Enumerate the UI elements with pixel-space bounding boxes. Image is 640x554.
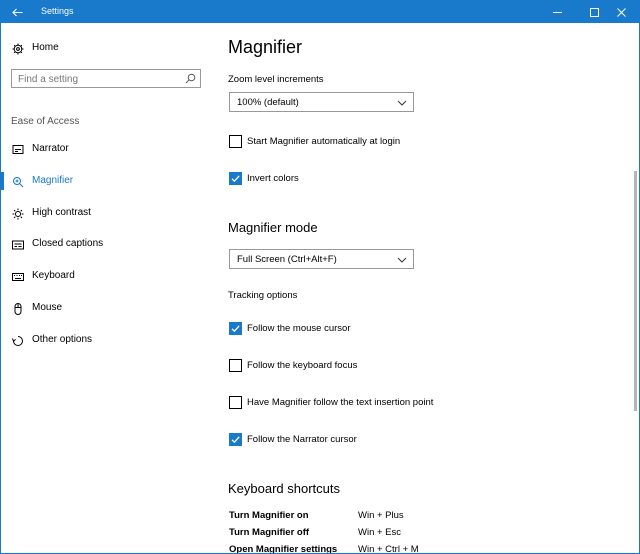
checkbox-box[interactable] [229,322,242,335]
zoom-level-label: Zoom level increments [228,74,324,85]
checkmark-icon [231,436,240,444]
narrator-icon [12,145,24,154]
sidebar-item-label: Narrator [32,143,69,154]
sidebar-item-label: Closed captions [32,238,104,249]
close-button[interactable] [603,1,639,23]
sidebar-item-label: Magnifier [32,175,74,186]
minimize-icon [552,11,562,13]
checkmark-icon [231,325,240,333]
checkbox-label: Have Magnifier follow the text insertion… [247,397,434,408]
sidebar-item-label: Other options [32,334,93,345]
closed-captions-icon [12,240,24,250]
checkbox-label: Follow the Narrator cursor [247,434,357,445]
checkbox-label: Follow the keyboard focus [247,360,358,371]
zoom-level-value: 100% (default) [237,97,299,108]
sidebar-item-mouse[interactable]: Mouse [1,294,211,322]
search-box[interactable] [11,69,201,88]
sidebar-item-keyboard[interactable]: Keyboard [1,262,211,290]
checkbox-box[interactable] [229,135,242,148]
sidebar-item-label: Mouse [32,302,63,313]
sidebar-item-label: High contrast [32,207,91,218]
checkbox-box[interactable] [229,359,242,372]
shortcut-keys: Win + Esc [358,527,402,538]
shortcut-action: Open Magnifier settings [229,544,338,554]
scrollbar[interactable] [634,171,637,411]
home-gear-icon [12,43,24,55]
back-arrow-icon [11,8,22,16]
sidebar-item-other-options[interactable]: Other options [1,326,211,354]
window-title: Settings [41,6,74,16]
sidebar-item-home[interactable]: Home [1,34,211,62]
search-input[interactable] [18,72,178,86]
shortcut-action: Turn Magnifier on [229,510,309,521]
checkbox-box[interactable] [229,172,242,185]
magnifier-icon [13,177,24,188]
high-contrast-icon [12,208,24,220]
section-label: Ease of Access [11,116,80,127]
sidebar-item-closed-captions[interactable]: Closed captions [1,230,211,258]
zoom-level-dropdown[interactable]: 100% (default) [229,92,414,112]
title-bar: Settings [1,1,639,23]
checkbox-label: Start Magnifier automatically at login [247,136,401,147]
magnifier-mode-heading: Magnifier mode [228,220,318,235]
sidebar-item-magnifier[interactable]: Magnifier [1,167,211,195]
checkbox-box[interactable] [229,433,242,446]
page-title: Magnifier [228,37,303,57]
sidebar: Home Ease of Access Narrator Magnifier [1,23,211,553]
chevron-down-icon [397,257,407,263]
magnifier-mode-dropdown[interactable]: Full Screen (Ctrl+Alt+F) [229,249,414,269]
magnifier-mode-value: Full Screen (Ctrl+Alt+F) [237,254,337,265]
back-button[interactable] [1,1,33,23]
close-icon [616,7,626,17]
sidebar-item-label: Home [32,42,59,53]
mouse-icon [14,303,22,315]
checkbox-label: Invert colors [247,173,299,184]
checkbox-label: Follow the mouse cursor [247,323,351,334]
sidebar-item-narrator[interactable]: Narrator [1,135,211,163]
chevron-down-icon [397,100,407,106]
shortcut-keys: Win + Ctrl + M [358,544,419,554]
keyboard-shortcuts-heading: Keyboard shortcuts [228,481,341,496]
settings-window: Settings Home Ease of Acces [0,0,640,554]
active-indicator [1,172,4,190]
sidebar-item-label: Keyboard [32,270,75,281]
keyboard-icon [12,273,24,281]
shortcut-keys: Win + Plus [358,510,404,521]
search-icon[interactable] [185,73,196,84]
sidebar-item-high-contrast[interactable]: High contrast [1,199,211,227]
other-options-icon [12,336,23,346]
checkbox-box[interactable] [229,396,242,409]
checkmark-icon [231,175,240,183]
maximize-icon [589,7,599,17]
tracking-options-label: Tracking options [228,290,298,301]
minimize-button[interactable] [539,1,575,23]
shortcut-action: Turn Magnifier off [229,527,310,538]
